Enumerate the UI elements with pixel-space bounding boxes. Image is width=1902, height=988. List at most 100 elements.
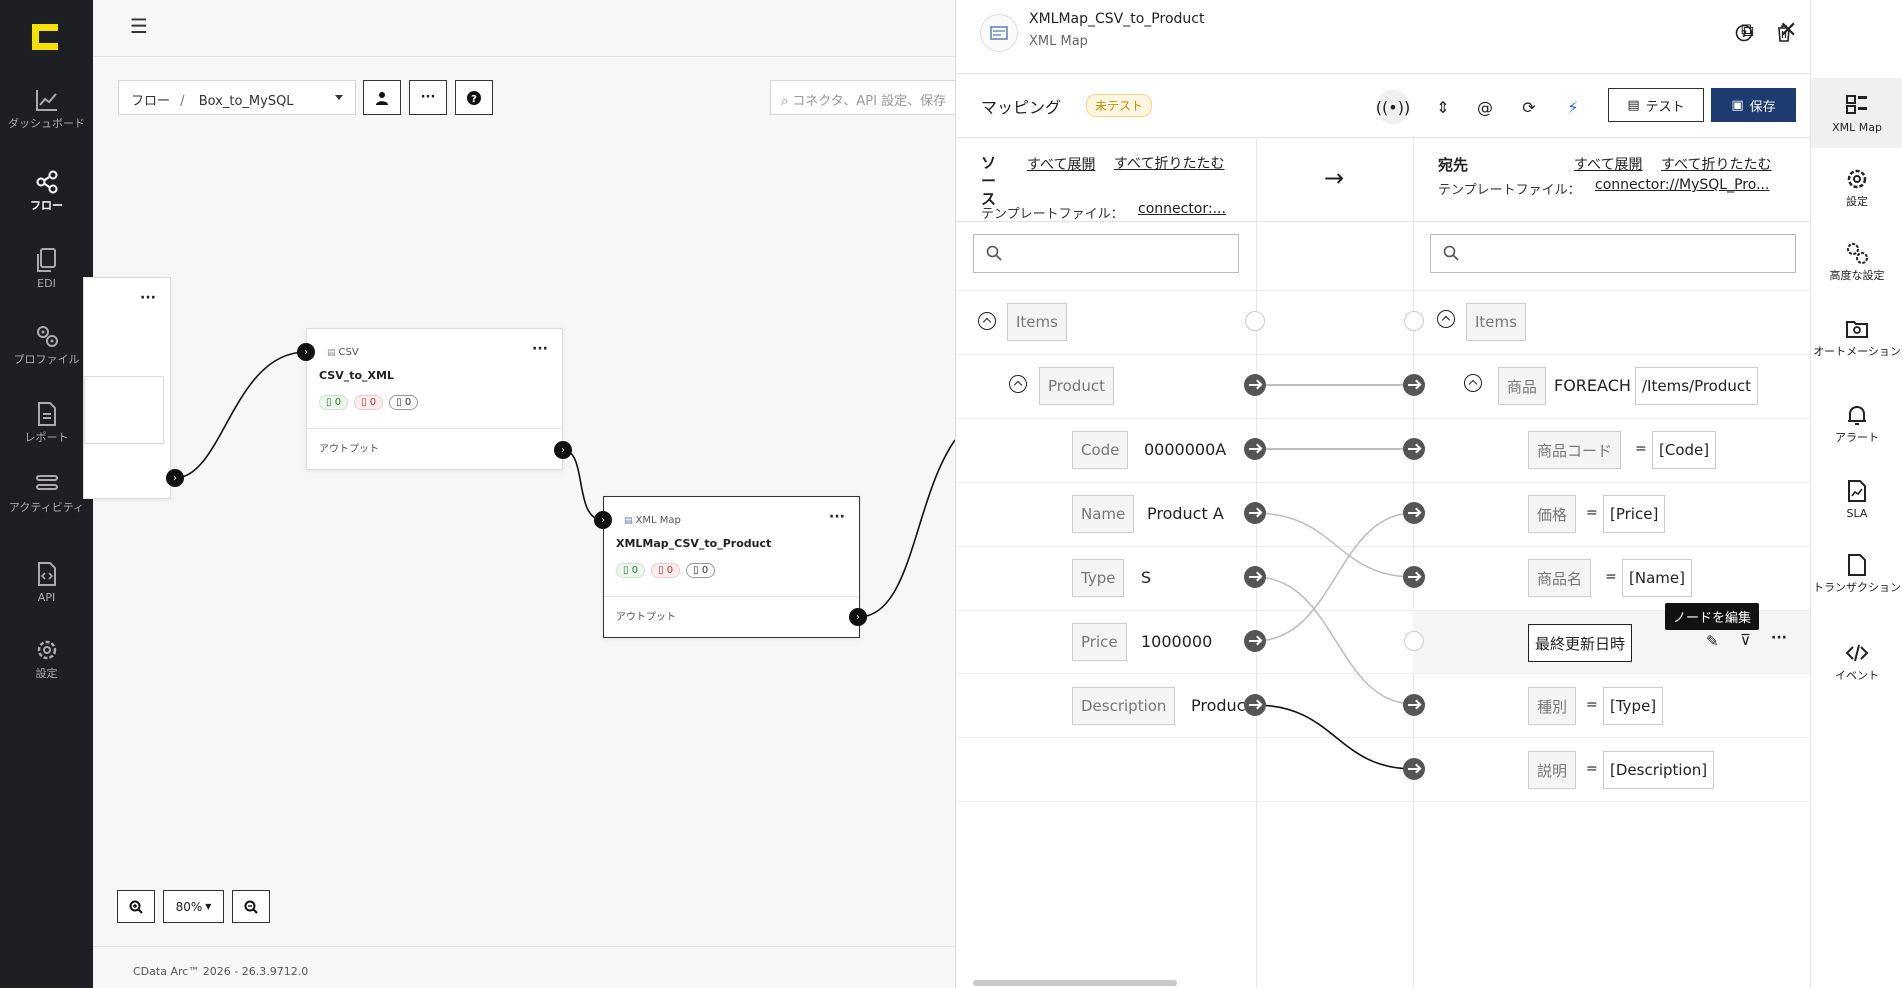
pending-count-badge[interactable]: ▯ 0 (686, 563, 716, 578)
rail-item-settings[interactable]: 設定 (1811, 166, 1902, 208)
dest-port-kind[interactable] (1403, 694, 1425, 716)
dest-field-price[interactable]: 価格 (1528, 495, 1577, 533)
source-field-product[interactable]: Product (1039, 367, 1114, 405)
dest-expr-product-code[interactable]: [Code] (1652, 431, 1717, 469)
collapse-dest-items-toggle[interactable] (1437, 310, 1455, 328)
rail-label: SLA (1846, 507, 1868, 520)
ellipsis-icon[interactable]: ··· (1771, 630, 1787, 646)
source-port-description[interactable] (1244, 694, 1266, 716)
flow-node-partial[interactable]: ··· (83, 277, 171, 499)
source-field-price[interactable]: Price (1072, 623, 1127, 661)
rail-item-advanced-settings[interactable]: 高度な設定 (1811, 240, 1902, 282)
rail-item-automation[interactable]: オートメーション (1811, 316, 1902, 358)
source-port-items[interactable] (1245, 311, 1265, 331)
ellipsis-icon[interactable]: ··· (829, 509, 845, 525)
dest-port-product-name[interactable] (1403, 566, 1425, 588)
flow-canvas[interactable]: ☰ フロー / Box_to_MySQL ··· ? ⌕ コネクタ、API 設定、… (83, 0, 970, 988)
source-field-description[interactable]: Description (1072, 687, 1176, 725)
collapse-dest-product-toggle[interactable] (1464, 374, 1482, 392)
horizontal-scrollbar[interactable] (973, 980, 1177, 986)
nav-item-settings[interactable]: 設定 (0, 636, 93, 680)
nav-item-edi[interactable]: EDI (0, 246, 93, 290)
dest-port-product[interactable] (1403, 374, 1425, 396)
dest-field-product[interactable]: 商品 (1498, 367, 1547, 405)
dest-expr-description[interactable]: [Description] (1603, 751, 1715, 789)
rail-item-events[interactable]: イベント (1811, 640, 1902, 682)
dest-port-product-code[interactable] (1403, 438, 1425, 460)
rail-label: アラート (1835, 431, 1879, 444)
divider (604, 596, 859, 597)
rail-item-transactions[interactable]: トランザクション (1811, 552, 1902, 594)
dest-port-description[interactable] (1403, 758, 1425, 780)
dest-field-last-updated[interactable]: 最終更新日時 (1528, 624, 1633, 662)
dest-field-kind[interactable]: 種別 (1528, 687, 1577, 725)
nav-item-flow[interactable]: フロー (0, 168, 93, 212)
zoom-in-button[interactable] (117, 890, 155, 923)
dest-expr-product-name[interactable]: [Name] (1622, 559, 1692, 597)
source-field-name[interactable]: Name (1072, 495, 1135, 533)
ellipsis-icon[interactable]: ··· (532, 341, 548, 357)
nav-item-activity[interactable]: アクティビティ (0, 470, 93, 514)
dest-port-price[interactable] (1403, 502, 1425, 524)
success-count-badge[interactable]: ▯ 0 (616, 563, 646, 578)
pending-count-badge[interactable]: ▯ 0 (389, 395, 419, 410)
source-field-items[interactable]: Items (1007, 303, 1067, 341)
flow-node-xml-map[interactable]: ▤ XML Map ··· XMLMap_CSV_to_Product ▯ 0 ▯… (603, 496, 860, 638)
dest-port-last-updated[interactable] (1404, 631, 1424, 651)
error-count-badge[interactable]: ▯ 0 (354, 395, 384, 410)
source-port-product[interactable] (1244, 374, 1266, 396)
dest-field-description[interactable]: 説明 (1528, 751, 1577, 789)
output-port[interactable]: › (166, 469, 184, 487)
success-count-badge[interactable]: ▯ 0 (319, 395, 349, 410)
source-port-type[interactable] (1244, 566, 1266, 588)
rail-item-xml-map[interactable]: XML Map (1811, 78, 1902, 148)
input-port[interactable]: › (594, 511, 612, 529)
ellipsis-icon[interactable]: ··· (140, 290, 156, 306)
equals-sign: = (1605, 569, 1617, 585)
source-field-code[interactable]: Code (1072, 431, 1129, 469)
dest-field-product-name[interactable]: 商品名 (1528, 559, 1592, 597)
nav-item-report[interactable]: レポート (0, 400, 93, 444)
source-field-type[interactable]: Type (1072, 559, 1125, 597)
source-port-price[interactable] (1244, 630, 1266, 652)
error-count-badge[interactable]: ▯ 0 (651, 563, 681, 578)
nav-item-profile[interactable]: プロファイル (0, 322, 93, 366)
dest-expr-kind[interactable]: [Type] (1603, 687, 1664, 725)
flow-node-csv[interactable]: ▤ CSV ··· CSV_to_XML ▯ 0 ▯ 0 ▯ 0 アウトプット (306, 328, 563, 470)
source-value-type: S (1141, 568, 1152, 587)
dest-expr-price[interactable]: [Price] (1603, 495, 1666, 533)
dest-expr-product[interactable]: /Items/Product (1635, 367, 1759, 405)
edit-node-icon[interactable]: ✎ (1706, 632, 1719, 650)
collapse-product-toggle[interactable] (1009, 375, 1027, 393)
nav-label: ダッシュボード (8, 117, 85, 130)
dest-port-items[interactable] (1404, 311, 1424, 331)
dest-field-product-code[interactable]: 商品コード (1528, 431, 1622, 469)
gears-icon (36, 326, 58, 347)
mapping-lines (1254, 384, 1415, 770)
equals-sign: = (1586, 697, 1598, 713)
close-icon[interactable]: ✕ (1779, 18, 1797, 43)
cdata-logo[interactable] (30, 22, 60, 52)
collapse-items-toggle[interactable] (978, 312, 996, 330)
external-link-icon[interactable]: ⧉ (1741, 20, 1754, 41)
nav-label: プロファイル (13, 353, 80, 366)
source-port-name[interactable] (1244, 502, 1266, 524)
output-port[interactable]: › (849, 608, 867, 626)
rail-item-alert[interactable]: アラート (1811, 402, 1902, 444)
nav-item-dashboard[interactable]: ダッシュボード (0, 86, 93, 130)
csv-icon: ▤ (327, 348, 336, 358)
zoom-level-select[interactable]: 80% ▼ (163, 890, 224, 923)
layers-icon (35, 475, 58, 490)
zoom-out-button[interactable] (232, 890, 270, 923)
dest-field-items[interactable]: Items (1466, 303, 1526, 341)
nav-label: アクティビティ (8, 501, 85, 514)
input-port[interactable]: › (297, 343, 315, 361)
source-port-code[interactable] (1244, 438, 1266, 460)
output-port[interactable]: › (554, 441, 572, 459)
nav-item-api[interactable]: API (0, 560, 93, 604)
rail-label: トランザクション (1813, 581, 1901, 594)
filter-icon[interactable]: ⊽ (1740, 631, 1751, 649)
edit-node-tooltip: ノードを編集 (1665, 603, 1760, 630)
rail-item-sla[interactable]: SLA (1811, 478, 1902, 520)
node-title: CSV_to_XML (319, 369, 394, 382)
